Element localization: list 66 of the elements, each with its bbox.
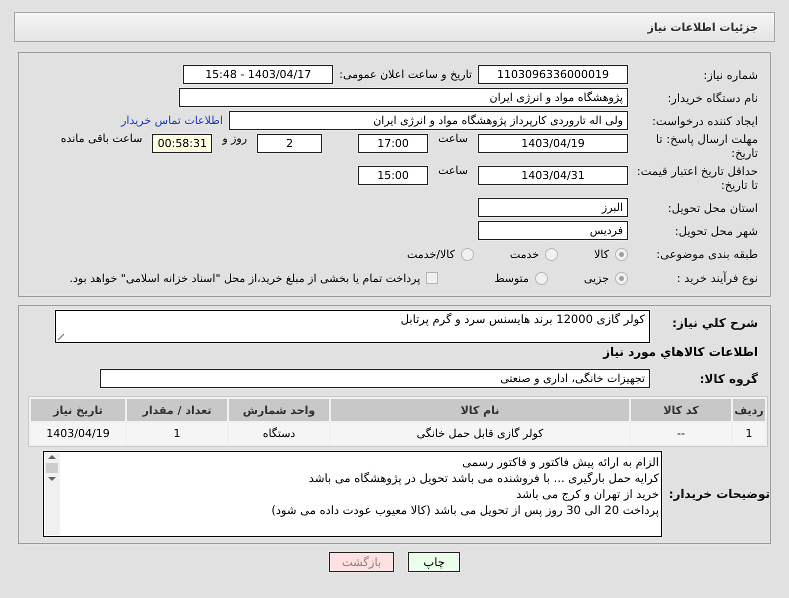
note-line: کرایه حمل بارگیری ... با فروشنده می باشد تحویل در پژوهشگاه می باشد: [308, 470, 659, 486]
column-header: ردیف: [733, 399, 765, 421]
column-header: تاریخ نیاز: [31, 399, 125, 421]
requester-field[interactable]: ولی اله تاروردی کارپرداز پژوهشگاه مواد و انرژی ایران: [229, 111, 628, 130]
field-label: نوع فرآیند خرید :: [676, 271, 758, 285]
time-field[interactable]: 17:00: [358, 134, 428, 153]
section-heading: اطلاعات کالاهاي مورد نیاز: [602, 345, 758, 359]
option-label: جزیی: [584, 272, 609, 284]
buyer-name-field[interactable]: پژوهشگاه مواد و انرژی ایران: [179, 88, 628, 107]
option-label: متوسط: [494, 272, 529, 284]
field-label: نام دستگاه خریدار:: [666, 90, 758, 104]
field-label: توضیحات خریدار:: [668, 487, 770, 501]
column-header: تعداد / مقدار: [127, 399, 227, 421]
radio-button[interactable]: [615, 248, 628, 260]
option-label: کالا: [594, 248, 609, 260]
radio-button[interactable]: [460, 248, 474, 260]
table-cell: کولر گازی قابل حمل خانگی: [331, 423, 629, 444]
table-cell: 1403/04/19: [31, 423, 125, 444]
scrollbar-icon: [44, 452, 60, 536]
days-field[interactable]: 2: [257, 134, 322, 153]
city-field[interactable]: فردیس: [478, 221, 628, 240]
radio-button[interactable]: [615, 272, 628, 284]
option-label: خدمت: [510, 248, 540, 260]
checkbox[interactable]: [426, 272, 438, 284]
option-label: کالا/خدمت: [407, 248, 455, 260]
note-line: خرید از تهران و کرج می باشد: [515, 486, 659, 502]
note-line: پرداخت 20 الی 30 روز پس از تحویل می باشد (کالا معیوب عودت داده می شود): [270, 502, 659, 518]
column-header: کد کالا: [631, 399, 731, 421]
field-label: تاریخ و ساعت اعلان عمومی:: [339, 68, 472, 81]
contact-link[interactable]: اطلاعات تماس خریدار: [121, 114, 223, 127]
checkbox-label: پرداخت تمام یا بخشی از مبلغ خرید،از محل "اسناد خزانه اسلامی" خواهد بود.: [70, 272, 420, 284]
date-field[interactable]: 1403/04/17 - 15:48: [183, 65, 334, 84]
goods-group-field[interactable]: تجهیزات خانگی، اداری و صنعتی: [100, 369, 650, 388]
field-label: شرح کلي نیاز:: [671, 316, 758, 330]
table-cell: 1: [127, 423, 227, 444]
date-field[interactable]: 1403/04/31: [478, 166, 628, 185]
field-label: حداقل تاریخ اعتبار قیمت: تا تاریخ:: [636, 164, 758, 192]
field-label: گروه کالا:: [698, 372, 758, 386]
field-label: شهر محل تحویل:: [674, 224, 758, 238]
field-label: مهلت ارسال پاسخ: تا تاریخ:: [654, 132, 758, 160]
column-header: واحد شمارش: [229, 399, 329, 421]
table-cell: --: [631, 423, 731, 444]
date-field[interactable]: 1403/04/19: [478, 134, 628, 153]
field-label: شماره نیاز:: [702, 68, 758, 82]
table-cell: 1: [733, 423, 765, 444]
buyer-notes-field[interactable]: [43, 451, 662, 537]
radio-button[interactable]: [534, 272, 548, 284]
radio-button[interactable]: [545, 248, 558, 260]
province-field[interactable]: البرز: [478, 198, 628, 217]
print-button[interactable]: چاپ: [408, 552, 460, 572]
field-label: ساعت: [438, 164, 468, 177]
field-label: طبقه بندی موضوعی:: [655, 247, 758, 261]
resize-grip-icon: [58, 334, 64, 340]
description-field[interactable]: کولر گازی 12000 برند هایسنس سرد و گرم پرتابل: [55, 310, 650, 343]
field-label: ساعت باقی مانده: [60, 132, 142, 145]
column-header: نام کالا: [331, 399, 629, 421]
field-label: استان محل تحویل:: [666, 200, 758, 214]
field-label: روز و: [222, 132, 248, 145]
time-field[interactable]: 15:00: [358, 166, 428, 185]
note-line: الزام به ارائه پیش فاکتور و فاکتور رسمی: [461, 454, 659, 470]
countdown-field[interactable]: 00:58:31: [152, 134, 212, 153]
table-cell: دستگاه: [229, 423, 329, 444]
need-number-field[interactable]: 1103096336000019: [478, 65, 628, 84]
field-label: ایجاد کننده درخواست:: [651, 114, 758, 128]
field-label: ساعت: [438, 132, 468, 145]
page-title: جزئیات اطلاعات نیاز: [648, 20, 758, 34]
